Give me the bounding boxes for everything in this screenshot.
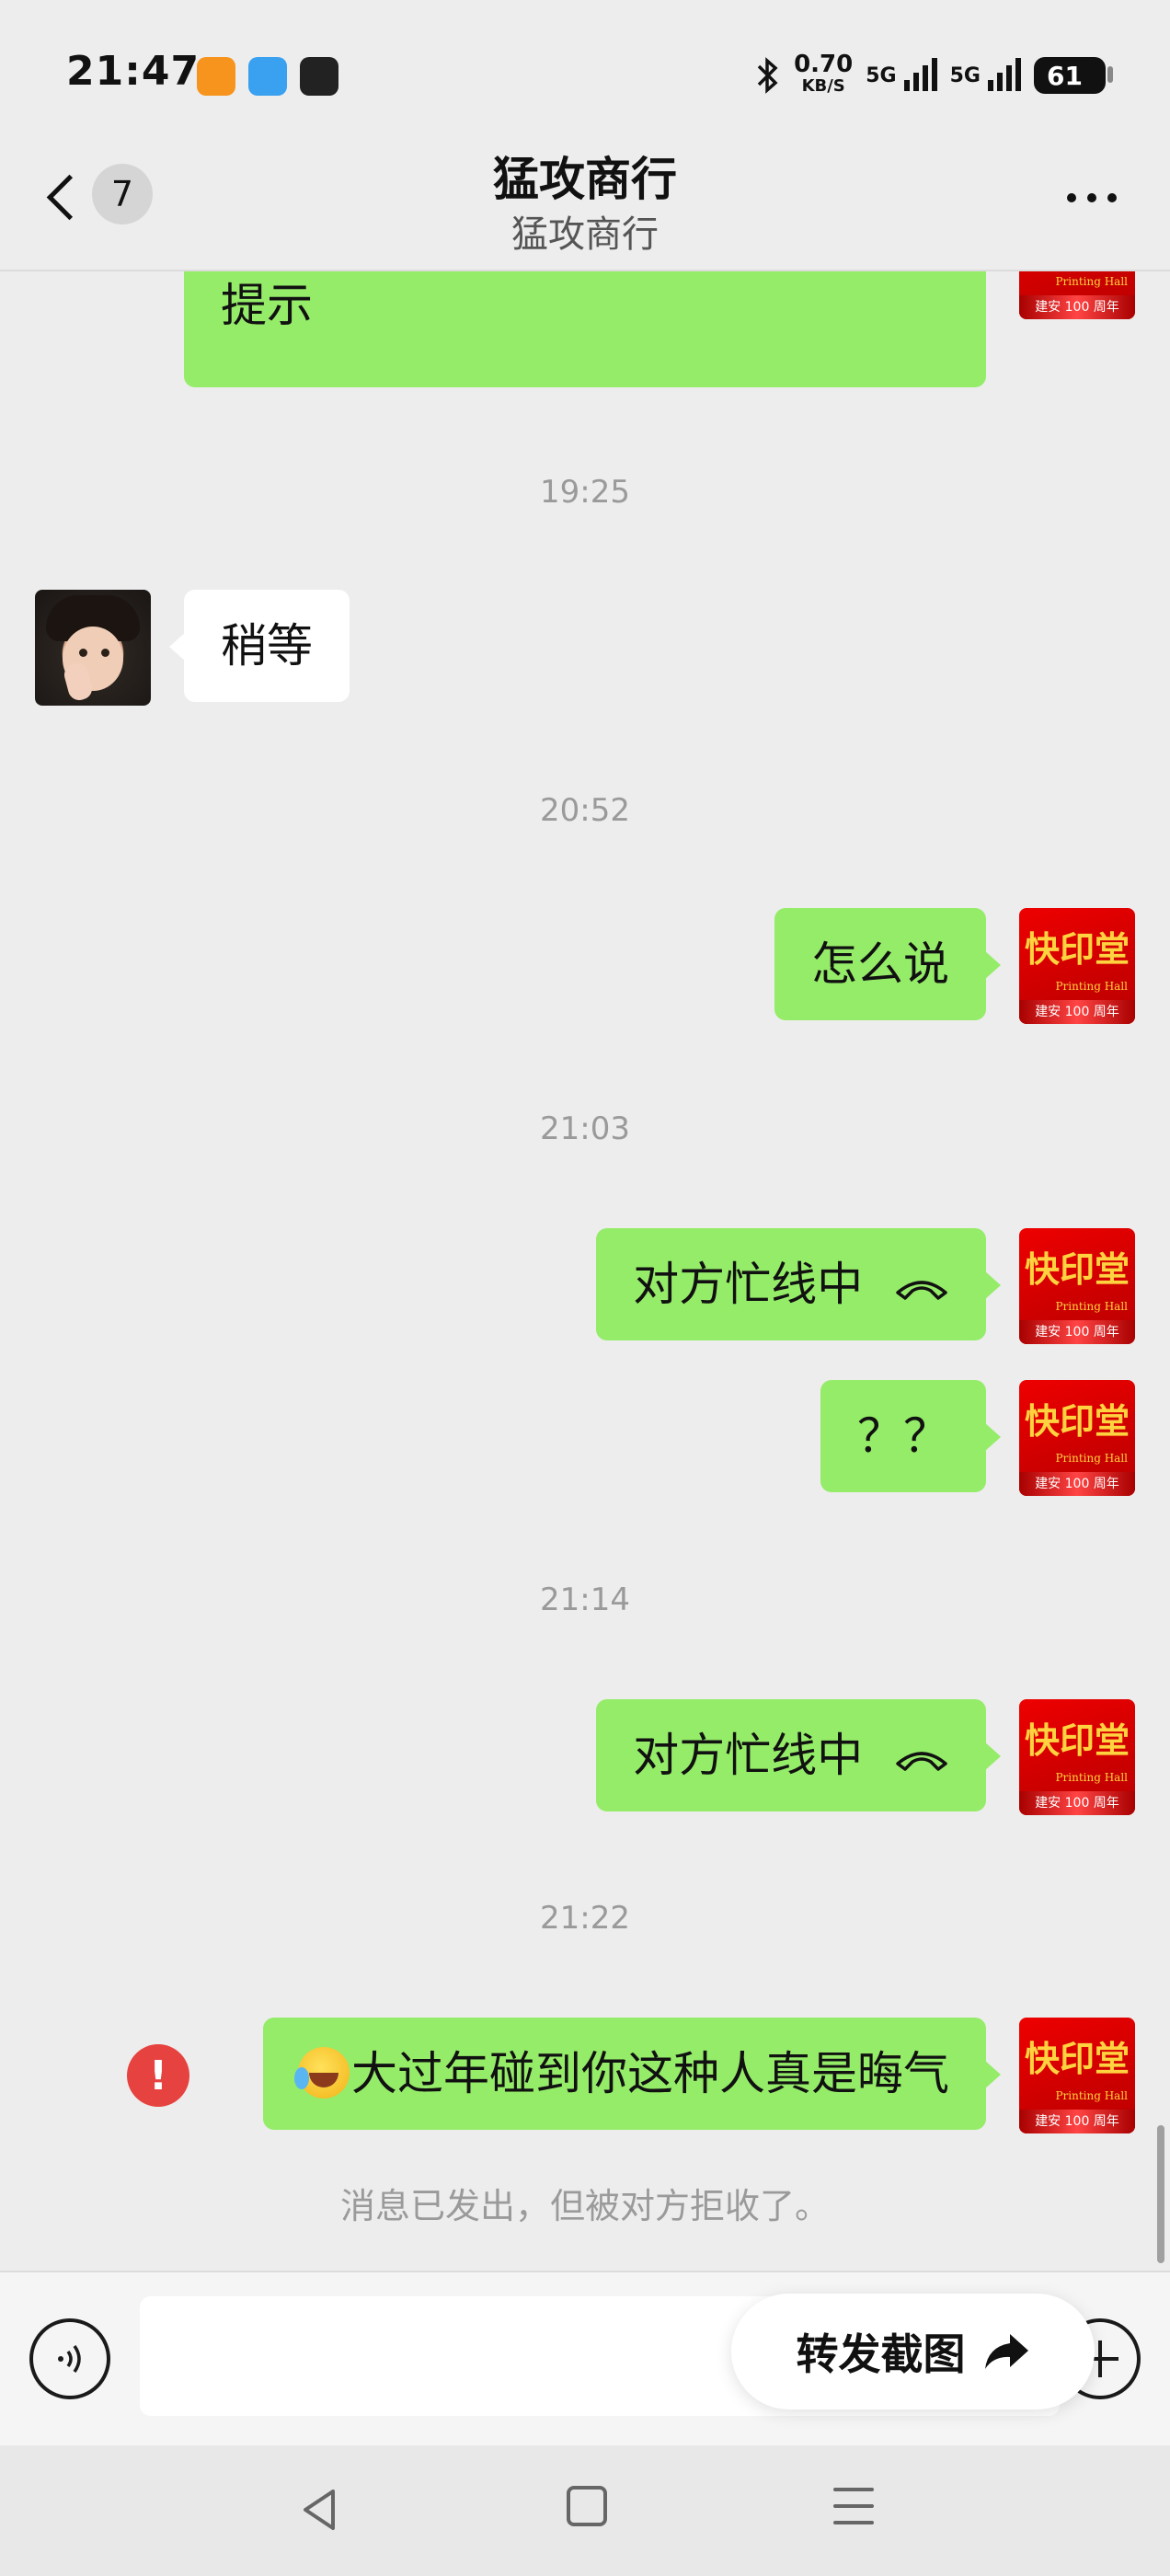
my-avatar[interactable]: 快印堂 Printing Hall 建安 100 周年: [1019, 1380, 1135, 1496]
weather-app-icon: [248, 57, 287, 96]
message-bubble-outgoing[interactable]: 怎么说: [774, 908, 1001, 1020]
chat-title: 猛攻商行: [493, 153, 677, 206]
signal-sim2: 5G: [950, 57, 1021, 91]
call-record-bubble[interactable]: 对方忙线中: [596, 1228, 1001, 1340]
my-avatar[interactable]: 快印堂 Printing Hall 建安 100 周年: [1019, 1228, 1135, 1344]
network-speed: 0.70 KB/S: [794, 51, 854, 96]
my-avatar[interactable]: 快印堂 Printing Hall 建安 100 周年: [1019, 2018, 1135, 2133]
my-avatar[interactable]: 快印堂 Printing Hall 建安 100 周年: [1019, 1699, 1135, 1815]
message-timestamp: 21:14: [540, 1581, 630, 1618]
status-bar: 21:47 0.70 KB/S 5G 5G 61: [0, 0, 1170, 147]
call-record-bubble[interactable]: 对方忙线中: [596, 1699, 1001, 1811]
bluetooth-icon: [757, 57, 778, 94]
message-timestamp: 20:52: [540, 792, 630, 829]
shield-app-icon: [300, 57, 338, 96]
system-nav-bar: [0, 2445, 1170, 2576]
send-failed-icon[interactable]: !: [127, 2044, 189, 2107]
phone-hangup-icon: [896, 1751, 947, 1771]
nav-recents-icon[interactable]: [833, 2488, 874, 2528]
forward-screenshot-button[interactable]: 转发截图: [731, 2294, 1095, 2409]
share-arrow-icon: [984, 2334, 1028, 2369]
chat-screen: 21:47 0.70 KB/S 5G 5G 61 7 猛攻商行 猛攻商行 Pri…: [0, 0, 1170, 2576]
signal-bars-icon: [903, 57, 937, 91]
message-timestamp: 19:25: [540, 474, 630, 511]
flash-app-icon: [197, 57, 235, 96]
crying-laughing-emoji-icon: [294, 2047, 350, 2099]
voice-input-button[interactable]: [29, 2318, 110, 2399]
signal-sim1: 5G: [866, 57, 937, 91]
status-indicators: 0.70 KB/S 5G 5G 61: [753, 48, 1113, 103]
voice-icon: [58, 2344, 81, 2374]
scrollbar[interactable]: [1157, 2125, 1164, 2263]
nav-home-icon[interactable]: [567, 2486, 607, 2526]
message-bubble-outgoing[interactable]: 大过年碰到你这种人真是晦气: [263, 2018, 1001, 2130]
battery-icon: 61: [1034, 57, 1113, 94]
my-avatar[interactable]: 快印堂 Printing Hall 建安 100 周年: [1019, 908, 1135, 1024]
my-avatar[interactable]: 快印堂 Printing Hall 建安 100 周年: [1019, 271, 1135, 319]
message-timestamp: 21:22: [540, 1900, 630, 1937]
system-notice: 消息已发出，但被对方拒收了。: [339, 2186, 830, 2226]
message-bubble-outgoing[interactable]: 要我这边自己打一阵，才不出这个提示: [184, 271, 986, 387]
chat-header: 7 猛攻商行 猛攻商行: [0, 129, 1170, 271]
message-timestamp: 21:03: [540, 1110, 630, 1147]
message-bubble-incoming[interactable]: 稍等: [169, 590, 350, 702]
status-time: 21:47: [66, 48, 201, 95]
more-options-icon[interactable]: [1067, 193, 1117, 202]
phone-hangup-icon: [896, 1280, 947, 1300]
nav-back-icon[interactable]: [292, 2482, 348, 2537]
contact-avatar[interactable]: [35, 590, 151, 706]
signal-bars-icon: [988, 57, 1021, 91]
chat-subtitle: 猛攻商行: [511, 213, 659, 256]
message-list[interactable]: 快印堂 Printing Hall 建安 100 周年 要我这边自己打一阵，才不…: [0, 271, 1170, 2272]
message-bubble-outgoing[interactable]: ？？: [820, 1380, 1001, 1492]
